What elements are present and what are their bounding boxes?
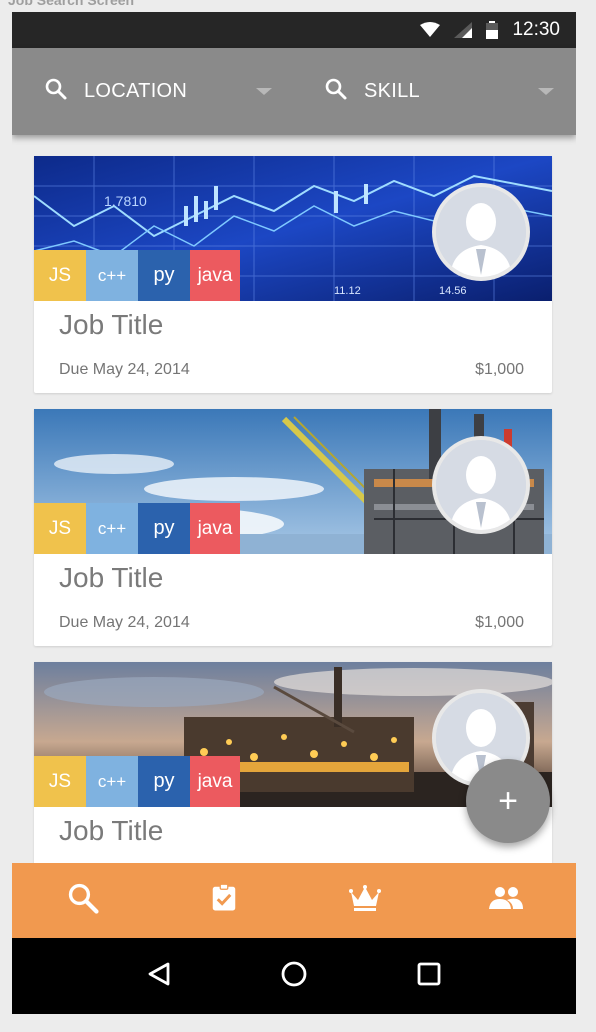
tag-java: java — [190, 756, 240, 807]
tag-cpp: c++ — [86, 250, 138, 301]
signal-icon — [454, 22, 473, 38]
due-date: Due May 24, 2014 — [59, 614, 190, 631]
job-title: Job Title — [59, 815, 164, 846]
job-title: Job Title — [59, 562, 164, 593]
people-icon — [488, 885, 524, 916]
nav-leaderboard[interactable] — [294, 863, 435, 938]
svg-text:11.12: 11.12 — [334, 285, 361, 297]
screen-caption: Job Search Screen — [8, 0, 135, 8]
tag-js: JS — [34, 250, 86, 301]
phone-screen: 12:30 LOCATION SKILL 1.7810 11.12 14.56 … — [12, 12, 576, 1014]
tag-py: py — [138, 503, 190, 554]
tag-java: java — [190, 503, 240, 554]
home-button[interactable] — [269, 951, 319, 1001]
tag-java: java — [190, 250, 240, 301]
pay-amount: $1,000 — [475, 361, 524, 378]
plus-icon: + — [498, 781, 518, 820]
recents-icon — [416, 961, 442, 992]
home-icon — [280, 960, 308, 993]
crown-icon — [348, 884, 382, 917]
pay-amount: $1,000 — [475, 614, 524, 631]
avatar — [432, 183, 530, 281]
nav-people[interactable] — [435, 863, 576, 938]
svg-text:14.56: 14.56 — [439, 285, 467, 297]
job-title: Job Title — [59, 309, 164, 340]
job-card[interactable]: 1.7810 11.12 14.56 JS c++ py java Job Ti… — [34, 156, 552, 393]
search-icon — [44, 77, 68, 107]
status-bar: 12:30 — [12, 12, 576, 48]
chevron-down-icon — [256, 88, 272, 95]
bottom-nav — [12, 863, 576, 938]
back-icon — [146, 961, 172, 992]
back-button[interactable] — [134, 951, 184, 1001]
chevron-down-icon — [538, 88, 554, 95]
location-filter[interactable]: LOCATION — [44, 48, 272, 135]
svg-text:1.7810: 1.7810 — [104, 193, 147, 209]
skill-tags: JS c++ py java — [34, 250, 240, 301]
tag-py: py — [138, 756, 190, 807]
skill-tags: JS c++ py java — [34, 756, 240, 807]
skill-tags: JS c++ py java — [34, 503, 240, 554]
assignment-check-icon — [209, 883, 239, 918]
nav-search[interactable] — [12, 863, 153, 938]
tag-js: JS — [34, 503, 86, 554]
battery-icon — [486, 21, 499, 39]
search-bar: LOCATION SKILL — [12, 48, 576, 135]
tag-js: JS — [34, 756, 86, 807]
android-nav-bar — [12, 938, 576, 1014]
search-icon — [66, 881, 100, 920]
skill-filter[interactable]: SKILL — [324, 48, 554, 135]
nav-assignments[interactable] — [153, 863, 294, 938]
tag-py: py — [138, 250, 190, 301]
add-job-button[interactable]: + — [466, 759, 550, 843]
job-banner-image: 1.7810 11.12 14.56 JS c++ py java — [34, 156, 552, 301]
due-date: Due May 24, 2014 — [59, 361, 190, 378]
avatar — [432, 436, 530, 534]
location-label: LOCATION — [84, 80, 188, 102]
tag-cpp: c++ — [86, 756, 138, 807]
status-time: 12:30 — [512, 19, 560, 40]
skill-label: SKILL — [364, 80, 420, 102]
tag-cpp: c++ — [86, 503, 138, 554]
wifi-icon — [420, 22, 441, 38]
job-banner-image: JS c++ py java — [34, 409, 552, 554]
search-icon — [324, 77, 348, 107]
job-card[interactable]: JS c++ py java Job Title Due May 24, 201… — [34, 409, 552, 646]
recents-button[interactable] — [404, 951, 454, 1001]
